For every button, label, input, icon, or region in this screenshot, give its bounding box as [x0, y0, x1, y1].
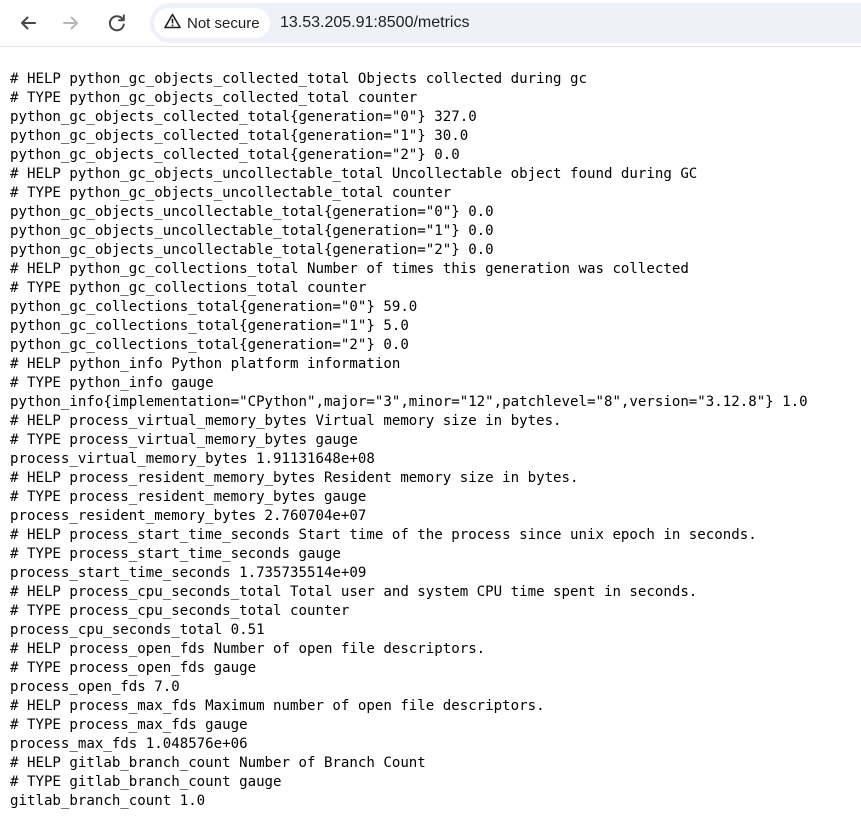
metrics-line: # HELP process_virtual_memory_bytes Virt…: [10, 413, 562, 429]
metrics-line: # TYPE gitlab_branch_count gauge: [10, 774, 282, 790]
metrics-line: python_gc_collections_total{generation="…: [10, 337, 409, 353]
metrics-line: # TYPE process_resident_memory_bytes gau…: [10, 489, 367, 505]
metrics-line: python_gc_objects_collected_total{genera…: [10, 147, 460, 163]
metrics-line: # TYPE process_open_fds gauge: [10, 660, 257, 676]
address-bar[interactable]: Not secure 13.53.205.91:8500/metrics: [150, 3, 861, 43]
reload-button[interactable]: [100, 6, 134, 40]
forward-arrow-icon: [61, 13, 81, 33]
metrics-line: # TYPE process_start_time_seconds gauge: [10, 546, 341, 562]
forward-button[interactable]: [54, 6, 88, 40]
browser-toolbar: Not secure 13.53.205.91:8500/metrics: [0, 0, 861, 47]
metrics-line: python_gc_objects_collected_total{genera…: [10, 109, 477, 125]
metrics-line: # HELP process_open_fds Number of open f…: [10, 641, 486, 657]
reload-icon: [107, 13, 127, 33]
back-arrow-icon: [18, 13, 38, 33]
metrics-line: # TYPE python_gc_collections_total count…: [10, 280, 367, 296]
metrics-line: process_resident_memory_bytes 2.760704e+…: [10, 508, 367, 524]
metrics-line: # TYPE process_max_fds gauge: [10, 717, 248, 733]
metrics-line: # HELP process_max_fds Maximum number of…: [10, 698, 545, 714]
metrics-line: # HELP process_cpu_seconds_total Total u…: [10, 584, 698, 600]
metrics-line: # HELP python_gc_collections_total Numbe…: [10, 261, 689, 277]
metrics-line: # HELP python_info Python platform infor…: [10, 356, 401, 372]
metrics-line: process_virtual_memory_bytes 1.91131648e…: [10, 451, 375, 467]
metrics-text: # HELP python_gc_objects_collected_total…: [10, 70, 860, 811]
metrics-line: # HELP gitlab_branch_count Number of Bra…: [10, 755, 426, 771]
metrics-line: # TYPE python_gc_objects_collected_total…: [10, 90, 418, 106]
metrics-line: python_gc_objects_collected_total{genera…: [10, 128, 469, 144]
metrics-line: python_gc_collections_total{generation="…: [10, 318, 409, 334]
metrics-line: process_cpu_seconds_total 0.51: [10, 622, 265, 638]
metrics-line: python_gc_objects_uncollectable_total{ge…: [10, 223, 494, 239]
metrics-line: python_info{implementation="CPython",maj…: [10, 394, 808, 410]
metrics-line: python_gc_collections_total{generation="…: [10, 299, 418, 315]
metrics-line: python_gc_objects_uncollectable_total{ge…: [10, 204, 494, 220]
metrics-line: # HELP process_start_time_seconds Start …: [10, 527, 757, 543]
metrics-line: process_max_fds 1.048576e+06: [10, 736, 248, 752]
metrics-line: # HELP python_gc_objects_uncollectable_t…: [10, 166, 698, 182]
metrics-line: process_open_fds 7.0: [10, 679, 180, 695]
security-label: Not secure: [187, 14, 260, 32]
metrics-line: process_start_time_seconds 1.735735514e+…: [10, 565, 367, 581]
metrics-line: # TYPE python_info gauge: [10, 375, 214, 391]
metrics-line: gitlab_branch_count 1.0: [10, 793, 206, 809]
back-button[interactable]: [11, 6, 45, 40]
metrics-line: # TYPE process_cpu_seconds_total counter: [10, 603, 350, 619]
metrics-line: # TYPE python_gc_objects_uncollectable_t…: [10, 185, 452, 201]
warning-triangle-icon: [164, 13, 181, 34]
url-text[interactable]: 13.53.205.91:8500/metrics: [280, 14, 469, 32]
metrics-line: # HELP python_gc_objects_collected_total…: [10, 71, 587, 87]
metrics-line: # HELP process_resident_memory_bytes Res…: [10, 470, 579, 486]
metrics-line: # TYPE process_virtual_memory_bytes gaug…: [10, 432, 358, 448]
security-chip[interactable]: Not secure: [154, 8, 270, 38]
metrics-line: python_gc_objects_uncollectable_total{ge…: [10, 242, 494, 258]
